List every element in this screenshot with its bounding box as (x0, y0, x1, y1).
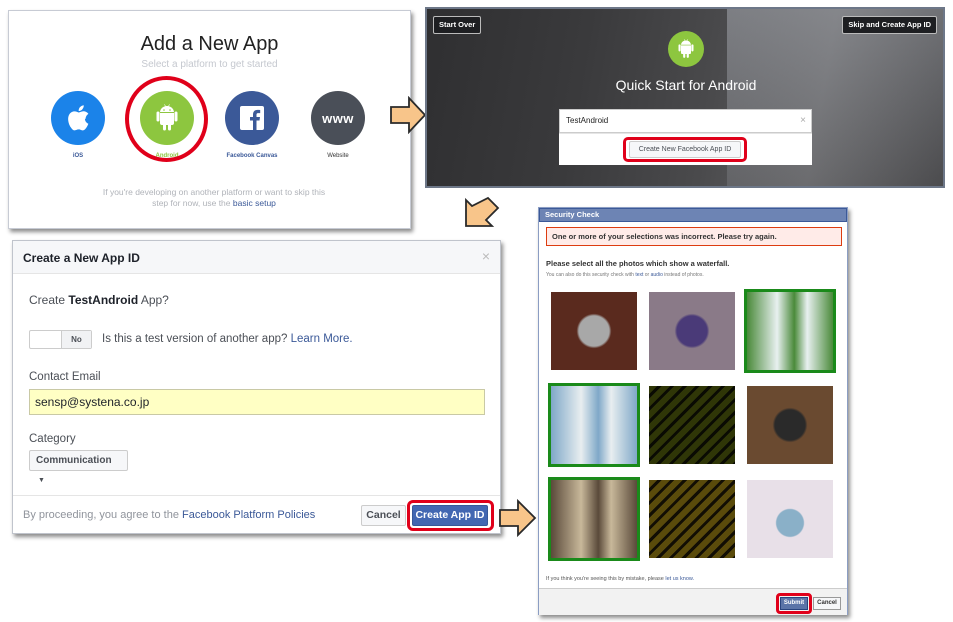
captcha-tile-cat[interactable] (744, 477, 836, 561)
captcha-photo (551, 480, 637, 558)
skip-create-app-id-button[interactable]: Skip and Create App ID (842, 16, 937, 34)
alt-suffix: instead of photos. (664, 272, 704, 278)
text-check-link[interactable]: text (635, 272, 643, 278)
basic-setup-link[interactable]: basic setup (233, 198, 276, 208)
app-name-dropdown: Create New Facebook App ID (559, 133, 812, 165)
policy-prefix: By proceeding, you agree to the (23, 509, 179, 521)
contact-email-field[interactable]: sensp@systena.co.jp (29, 389, 485, 415)
app-name-value: TestAndroid (566, 116, 609, 125)
create-suffix: App? (140, 293, 169, 307)
let-us-know-link[interactable]: let us know. (665, 576, 694, 582)
toggle-label: No (61, 331, 91, 348)
test-question-text: Is this a test version of another app? (102, 333, 288, 345)
contact-email-label: Contact Email (29, 371, 101, 383)
alt-or: or (644, 272, 650, 278)
captcha-tile-tiger[interactable] (646, 477, 738, 561)
dialog-footer: By proceeding, you agree to the Facebook… (13, 495, 500, 533)
alt-prefix: You can also do this security check with (546, 272, 634, 278)
category-value: Communication (36, 455, 112, 466)
add-app-title: Add a New App (140, 33, 279, 55)
apple-icon (51, 91, 105, 145)
platform-canvas-label: Facebook Canvas (226, 153, 278, 159)
facebook-icon (225, 91, 279, 145)
platform-ios-label: iOS (72, 153, 84, 159)
mistake-note: If you think you're seeing this by mista… (546, 576, 694, 582)
create-app-question: Create TestAndroid App? (29, 293, 169, 307)
category-label: Category (29, 433, 76, 445)
www-icon: www (311, 91, 365, 145)
captcha-grid (548, 289, 840, 561)
create-app-id-highlight (407, 500, 494, 531)
audio-check-link[interactable]: audio (651, 272, 663, 278)
captcha-photo (747, 386, 833, 464)
captcha-tile-watch[interactable] (744, 383, 836, 467)
mistake-prefix: If you think you're seeing this by mista… (546, 576, 664, 582)
clear-icon[interactable]: × (800, 110, 806, 132)
captcha-photo (649, 292, 735, 370)
captcha-photo (551, 292, 637, 370)
security-check-dialog: Security Check One or more of your selec… (538, 207, 848, 615)
start-over-button[interactable]: Start Over (433, 16, 482, 34)
cancel-button[interactable]: Cancel (361, 505, 406, 526)
captcha-tile-watch[interactable] (646, 289, 738, 373)
platform-website-label: Website (327, 153, 349, 159)
dialog-header: Create a New App ID × (13, 241, 500, 274)
android-highlight-circle (125, 76, 208, 162)
quick-start-title: Quick Start for Android (615, 77, 757, 93)
security-footer: Submit Cancel (539, 588, 847, 615)
captcha-photo (649, 480, 735, 558)
captcha-photo (649, 386, 735, 464)
platform-website-button[interactable]: www Website (308, 91, 368, 159)
captcha-instruction: Please select all the photos which show … (546, 259, 730, 268)
learn-more-link[interactable]: Learn More. (291, 333, 353, 345)
captcha-tile-tiger[interactable] (646, 383, 738, 467)
platform-canvas-button[interactable]: Facebook Canvas (222, 91, 282, 159)
error-message: One or more of your selections was incor… (546, 227, 842, 246)
add-app-footnote: If you're developing on another platform… (99, 187, 329, 209)
captcha-tile-waterfall[interactable] (548, 477, 640, 561)
platform-policies-link[interactable]: Facebook Platform Policies (182, 509, 315, 521)
captcha-tile-waterfall[interactable] (744, 289, 836, 373)
captcha-tile-watches[interactable] (548, 289, 640, 373)
alternate-check-note: You can also do this security check with… (546, 272, 704, 278)
quick-start-panel: Start Over Skip and Create App ID Quick … (425, 7, 945, 188)
add-new-app-panel: Add a New App Select a platform to get s… (8, 10, 411, 229)
captcha-photo (747, 480, 833, 558)
create-button-highlight (623, 137, 747, 162)
create-prefix: Create (29, 293, 66, 307)
arrow-right-icon (390, 96, 427, 134)
platform-ios-button[interactable]: iOS (48, 91, 108, 159)
close-icon[interactable]: × (482, 248, 490, 264)
cancel-button[interactable]: Cancel (813, 597, 841, 610)
arrow-down-left-icon (465, 196, 500, 227)
test-version-question: Is this a test version of another app? L… (102, 333, 353, 345)
test-version-toggle[interactable]: No (29, 330, 92, 349)
footnote-text: If you're developing on another platform… (102, 187, 326, 208)
app-name: TestAndroid (68, 293, 139, 307)
dialog-title: Create a New App ID (23, 251, 140, 265)
create-app-id-dialog: Create a New App ID × Create TestAndroid… (12, 240, 501, 534)
category-select[interactable]: Communication ▼ (29, 450, 128, 484)
captcha-photo (551, 386, 637, 464)
policy-notice: By proceeding, you agree to the Facebook… (23, 509, 315, 521)
arrow-right-icon (499, 498, 537, 538)
add-app-subtitle: Select a platform to get started (141, 59, 278, 70)
android-icon (668, 31, 704, 67)
caret-down-icon: ▼ (38, 477, 45, 484)
app-name-input[interactable]: TestAndroid × (559, 109, 812, 133)
captcha-photo (747, 292, 833, 370)
captcha-tile-waterfall[interactable] (548, 383, 640, 467)
submit-highlight (776, 593, 812, 614)
security-check-title: Security Check (539, 208, 847, 222)
